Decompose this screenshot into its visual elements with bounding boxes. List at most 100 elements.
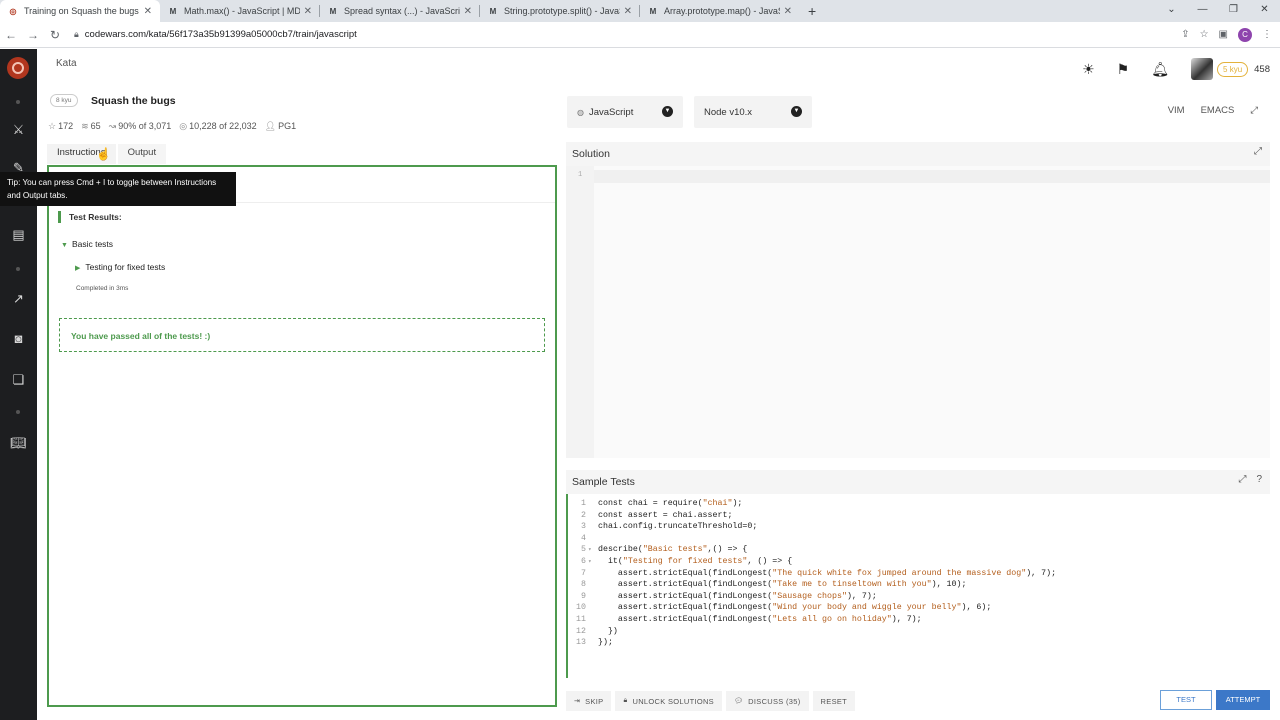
expand-icon[interactable]: ⤢ [1254, 146, 1262, 157]
code-line: 9 assert.strictEqual(findLongest("Sausag… [568, 591, 1056, 603]
rank-badge: 5 kyu [1217, 61, 1249, 77]
code-line: 12 }) [568, 626, 1056, 638]
skip-button[interactable]: ⇥ SKIP [566, 691, 612, 711]
discord-icon[interactable]: ◙ [0, 331, 37, 346]
browser-tab[interactable]: M Spread syntax (...) - JavaScript | MDN… [320, 0, 480, 22]
code-text: assert.strictEqual(findLongest("Sausage … [598, 591, 877, 601]
docs-book-icon[interactable]: 📖︎ [0, 435, 37, 451]
code-text: assert.strictEqual(findLongest("Wind you… [598, 603, 992, 613]
close-tab-icon[interactable]: ✕ [624, 6, 632, 17]
address-bar: ← → ↻ 🔒︎ codewars.com/kata/56f173a35b913… [0, 22, 1280, 48]
rail-divider-dot [16, 267, 20, 271]
bookmark-star-icon[interactable]: ☆ [1200, 29, 1209, 40]
browser-tab[interactable]: ◎ Training on Squash the bugs | Codewars… [0, 0, 160, 22]
solution-title: Solution [572, 148, 610, 160]
forward-icon[interactable]: → [22, 28, 44, 42]
code-area: 1 const chai = require("chai"); 2 const ass… [568, 498, 1056, 649]
url-field[interactable]: 🔒︎ codewars.com/kata/56f173a35b91399a050… [74, 29, 1181, 40]
lock-icon: 🔒︎ [74, 29, 79, 39]
window-controls: ⌄ — ❐ ✕ [1156, 0, 1280, 22]
user-avatar[interactable] [1191, 58, 1214, 80]
menu-icon[interactable]: ⋮ [1262, 29, 1272, 40]
close-tab-icon[interactable]: ✕ [304, 6, 312, 17]
chat-icon[interactable]: ❏ [0, 372, 37, 388]
test-results-heading: Test Results: [58, 211, 122, 223]
fullscreen-icon[interactable]: ⤢ [1250, 105, 1258, 116]
fold-toggle-icon [586, 498, 598, 510]
unlock-solutions-button[interactable]: 🔒︎ UNLOCK SOLUTIONS [615, 691, 722, 711]
line-number: 7 [581, 568, 586, 578]
tooltip: Tip: You can press Cmd + I to toggle bet… [0, 172, 236, 206]
user-icon: 👤︎ [264, 121, 277, 131]
url-text: codewars.com/kata/56f173a35b91399a05000c… [84, 29, 357, 40]
line-number: 13 [576, 638, 586, 648]
sample-tests-editor[interactable]: 1 const chai = require("chai"); 2 const ass… [566, 494, 1270, 678]
author-stat[interactable]: 👤︎ PG1 [265, 121, 296, 132]
leaderboard-icon[interactable]: ↗ [0, 291, 37, 307]
line-number: 5 [581, 545, 586, 555]
notifications-bell-icon[interactable]: 🔔︎ [1151, 61, 1169, 78]
help-icon[interactable]: ? [1256, 474, 1262, 485]
completed-icon: ◎ [179, 121, 188, 131]
code-text: const assert = chai.assert; [598, 510, 733, 520]
sample-tests-header: Sample Tests ⤢ ? [566, 470, 1270, 494]
line-number: 11 [576, 614, 586, 624]
browser-tab[interactable]: M Array.prototype.map() - JavaScript | M… [640, 0, 800, 22]
code-text: chai.config.truncateThreshold=0; [598, 522, 758, 532]
test-button[interactable]: TEST [1160, 690, 1212, 710]
kyu-badge: 8 kyu [50, 94, 78, 107]
solution-editor[interactable]: 1 [566, 166, 1270, 458]
node-version-select[interactable]: Node v10.x ▼ [694, 96, 812, 128]
close-tab-icon[interactable]: ✕ [784, 6, 792, 17]
browser-tab[interactable]: M String.prototype.split() - JavaScript … [480, 0, 640, 22]
mdn-favicon-icon: M [169, 6, 177, 16]
fold-toggle-icon[interactable]: ▾ [586, 556, 598, 568]
browser-tab-label: String.prototype.split() - JavaScript | … [504, 6, 620, 16]
code-text: }); [598, 638, 613, 648]
back-icon[interactable]: ← [0, 28, 22, 42]
profile-avatar[interactable]: C [1238, 27, 1252, 42]
code-text: assert.strictEqual(findLongest("The quic… [598, 568, 1057, 578]
completed-time: Completed in 3ms [76, 285, 129, 292]
tab-output[interactable]: Output [117, 144, 167, 164]
output-panel [47, 165, 557, 707]
discuss-button[interactable]: 💬︎ DISCUSS (35) [725, 691, 809, 711]
expand-icon[interactable]: ⤢ [1238, 474, 1246, 485]
training-icon[interactable]: ⚔ [0, 122, 37, 138]
close-window-icon[interactable]: ✕ [1249, 0, 1280, 22]
stars-stat[interactable]: ☆ 172 [48, 121, 73, 132]
close-tab-icon[interactable]: ✕ [144, 6, 152, 17]
kata-stats: ☆ 172 ≋ 65 ↝ 90% of 3,071 ◎ 10,228 of 22,032… [48, 121, 296, 132]
bookmarks-icon[interactable]: ⚑ [1117, 61, 1130, 78]
test-group-basic[interactable]: ▼ Basic tests [61, 239, 113, 249]
language-select[interactable]: ◍ JavaScript ▼ [567, 96, 683, 128]
satisfaction-stat: ↝ 90% of 3,071 [108, 121, 172, 131]
fold-toggle-icon [586, 637, 598, 649]
browser-tab-label: Math.max() - JavaScript | MDN [184, 6, 300, 16]
reload-icon[interactable]: ↻ [44, 28, 66, 42]
test-item-fixed[interactable]: ▶ Testing for fixed tests [75, 262, 165, 272]
rail-divider-dot [16, 410, 20, 414]
briefcase-icon[interactable]: ▤ [0, 227, 37, 243]
reset-button[interactable]: RESET [812, 691, 856, 711]
vim-mode-toggle[interactable]: VIM [1168, 105, 1185, 116]
attempt-button[interactable]: ATTEMPT [1216, 690, 1270, 710]
theme-sun-icon[interactable]: ☀ [1082, 61, 1095, 78]
sidebar-icon[interactable]: ▣ [1219, 29, 1228, 40]
codewars-logo-icon[interactable] [7, 57, 29, 79]
new-tab-button[interactable]: + [808, 0, 816, 22]
maximize-icon[interactable]: ❐ [1218, 0, 1249, 22]
line-number: 10 [576, 603, 586, 613]
tab-search-icon[interactable]: ⌄ [1156, 0, 1187, 22]
share-icon[interactable]: ⇪ [1181, 29, 1189, 40]
satisfaction-icon: ↝ [108, 121, 117, 131]
close-tab-icon[interactable]: ✕ [464, 6, 472, 17]
code-line: 3 chai.config.truncateThreshold=0; [568, 521, 1056, 533]
line-number: 12 [576, 626, 586, 636]
emacs-mode-toggle[interactable]: EMACS [1201, 105, 1235, 116]
kata-nav-link[interactable]: Kata [56, 58, 77, 69]
browser-tab[interactable]: M Math.max() - JavaScript | MDN ✕ [160, 0, 320, 22]
sample-tests-title: Sample Tests [572, 476, 635, 488]
minimize-icon[interactable]: — [1187, 0, 1218, 22]
fold-toggle-icon[interactable]: ▾ [586, 544, 598, 556]
